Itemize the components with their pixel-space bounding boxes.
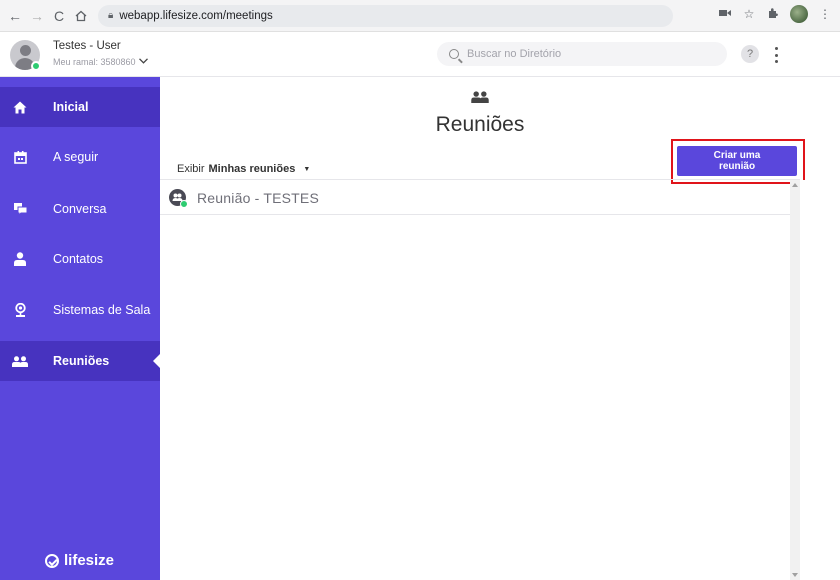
scroll-up-icon[interactable] <box>792 183 798 187</box>
search-placeholder: Buscar no Diretório <box>467 48 562 60</box>
browser-toolbar: ← → C 🔒︎ webapp.lifesize.com/meetings ☆ … <box>0 0 840 32</box>
meeting-filter-dropdown[interactable]: Exibir Minhas reuniões ▼ <box>177 163 310 175</box>
browser-profile-avatar[interactable] <box>790 5 808 23</box>
page-title: Reuniões <box>435 113 525 136</box>
meeting-avatar <box>169 189 188 208</box>
online-status-icon <box>180 200 188 208</box>
chat-icon <box>12 201 28 217</box>
meetings-icon <box>12 353 28 369</box>
caret-down-icon: ▼ <box>303 165 311 173</box>
scrollbar[interactable] <box>790 180 800 580</box>
scroll-down-icon[interactable] <box>792 573 798 577</box>
contact-icon <box>12 251 28 267</box>
sidebar-item-label: Reuniões <box>53 354 110 368</box>
sidebar-item-label: A seguir <box>53 150 99 164</box>
sidebar-item-label: Conversa <box>53 202 107 216</box>
browser-menu-icon[interactable]: ⋮ <box>818 7 832 21</box>
home-browser-icon[interactable] <box>70 5 92 27</box>
meetings-header-icon <box>471 90 489 103</box>
main-content: Reuniões Exibir Minhas reuniões ▼ Criar … <box>160 77 840 580</box>
sidebar-item-sistemas-de-sala[interactable]: Sistemas de Sala <box>0 290 160 330</box>
user-extension-dropdown[interactable]: Meu ramal: 3580860 <box>53 56 148 67</box>
lifesize-logo-icon <box>45 553 59 568</box>
filter-value: Minhas reuniões <box>208 163 296 175</box>
star-icon[interactable]: ☆ <box>742 7 756 21</box>
extensions-icon[interactable] <box>766 7 780 22</box>
sidebar-item-conversa[interactable]: Conversa <box>0 189 160 229</box>
reload-icon[interactable]: C <box>48 5 70 27</box>
sidebar-item-reunioes[interactable]: Reuniões <box>0 341 160 381</box>
room-system-icon <box>12 302 28 318</box>
address-bar[interactable]: 🔒︎ webapp.lifesize.com/meetings <box>98 4 673 27</box>
sidebar-item-a-seguir[interactable]: A seguir <box>0 137 160 177</box>
meeting-name: Reunião - TESTES <box>197 190 319 206</box>
brand-name: lifesize <box>64 552 115 569</box>
lock-icon: 🔒︎ <box>108 10 114 21</box>
sidebar-item-inicial[interactable]: Inicial <box>0 87 160 127</box>
calendar-icon <box>12 149 28 165</box>
filter-prefix: Exibir <box>177 163 205 175</box>
sidebar-item-label: Sistemas de Sala <box>53 303 151 317</box>
create-meeting-button[interactable]: Criar uma reunião <box>677 146 797 176</box>
back-arrow-icon[interactable]: ← <box>4 5 26 27</box>
sidebar: Inicial A seguir Conversa Contatos Siste… <box>0 77 160 580</box>
chevron-down-icon <box>138 56 148 67</box>
online-status-icon <box>31 61 41 71</box>
sidebar-item-contatos[interactable]: Contatos <box>0 239 160 279</box>
more-options-icon[interactable] <box>772 45 780 65</box>
url-text: webapp.lifesize.com/meetings <box>119 9 273 22</box>
forward-arrow-icon[interactable]: → <box>26 5 48 27</box>
sidebar-item-label: Contatos <box>53 252 104 266</box>
sidebar-item-label: Inicial <box>53 100 89 114</box>
list-item[interactable]: Reunião - TESTES <box>160 180 790 215</box>
active-indicator <box>153 354 160 368</box>
home-icon <box>12 99 28 115</box>
app-window: ← → C 🔒︎ webapp.lifesize.com/meetings ☆ … <box>0 0 840 580</box>
user-extension: Meu ramal: 3580860 <box>53 56 136 67</box>
directory-search-input[interactable]: Buscar no Diretório <box>437 42 727 66</box>
help-button[interactable]: ? <box>741 45 759 63</box>
lifesize-logo: lifesize <box>45 552 114 569</box>
search-icon <box>449 49 459 59</box>
camera-icon[interactable] <box>718 7 732 21</box>
right-gutter <box>800 180 840 580</box>
app-header: Testes - User Meu ramal: 3580860 Buscar … <box>0 32 840 77</box>
user-name: Testes - User <box>53 40 121 52</box>
